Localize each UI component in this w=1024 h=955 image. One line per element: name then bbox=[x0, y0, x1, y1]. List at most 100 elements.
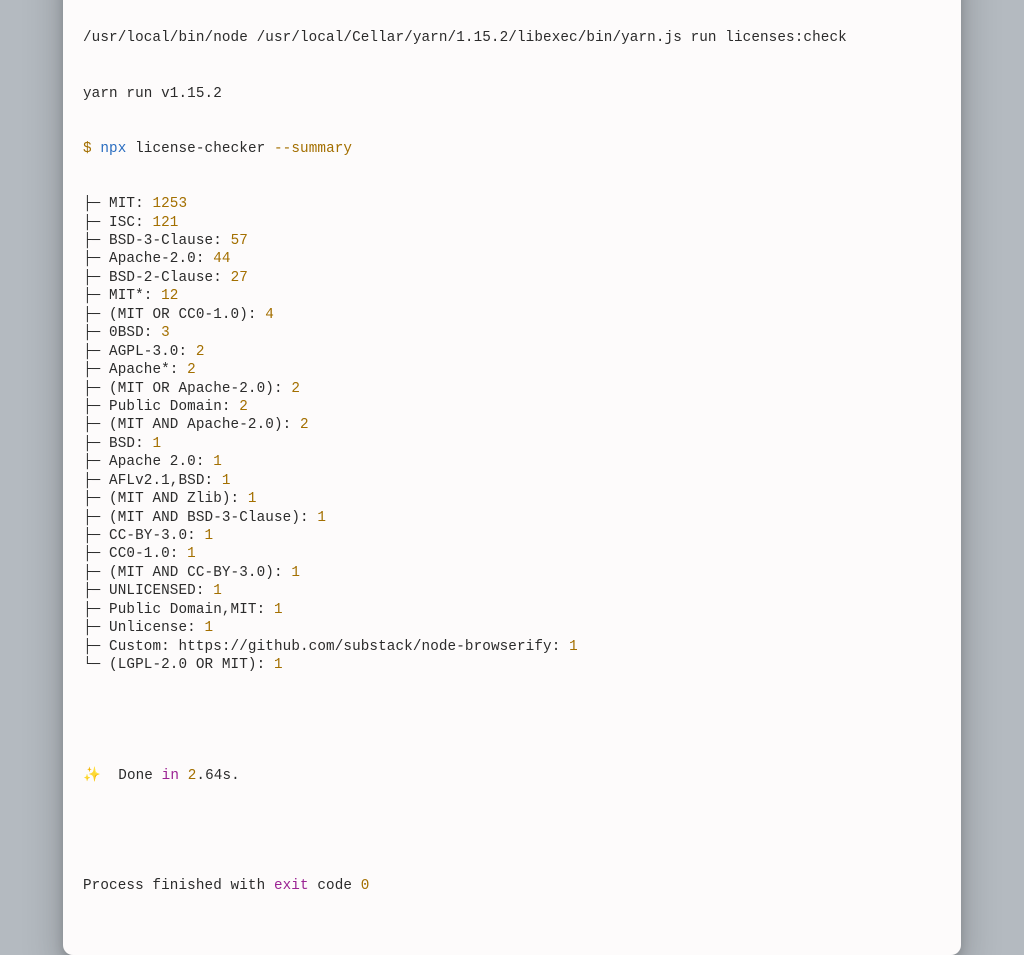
done-time-frac: .64s. bbox=[196, 768, 239, 784]
exit-prefix: Process finished with bbox=[83, 878, 274, 894]
license-row: ├─ Public Domain,MIT: 1 bbox=[83, 601, 941, 619]
license-name: Public Domain: bbox=[109, 399, 239, 415]
license-name: Unlicense: bbox=[109, 620, 204, 636]
tree-prefix: ├─ bbox=[83, 233, 109, 249]
license-name: MIT: bbox=[109, 196, 152, 212]
exit-code: 0 bbox=[361, 878, 370, 894]
tree-prefix: ├─ bbox=[83, 565, 109, 581]
command-flag: --summary bbox=[274, 141, 352, 157]
tree-prefix: ├─ bbox=[83, 510, 109, 526]
prompt-symbol: $ bbox=[83, 141, 92, 157]
license-name: Apache 2.0: bbox=[109, 454, 213, 470]
license-list: ├─ MIT: 1253├─ ISC: 121├─ BSD-3-Clause: … bbox=[83, 195, 941, 674]
license-name: Apache*: bbox=[109, 362, 187, 378]
license-count: 57 bbox=[231, 233, 248, 249]
license-row: ├─ MIT*: 12 bbox=[83, 287, 941, 305]
tree-prefix: ├─ bbox=[83, 620, 109, 636]
license-row: ├─ Apache-2.0: 44 bbox=[83, 250, 941, 268]
license-count: 1 bbox=[222, 473, 231, 489]
exit-keyword: exit bbox=[274, 878, 309, 894]
done-line: ✨ Done in 2.64s. bbox=[83, 767, 941, 785]
exit-mid: code bbox=[309, 878, 361, 894]
license-row: ├─ Apache 2.0: 1 bbox=[83, 453, 941, 471]
tree-prefix: ├─ bbox=[83, 417, 109, 433]
tree-prefix: ├─ bbox=[83, 602, 109, 618]
license-name: CC-BY-3.0: bbox=[109, 528, 204, 544]
done-word: Done bbox=[118, 768, 153, 784]
license-row: ├─ BSD: 1 bbox=[83, 435, 941, 453]
tree-prefix: ├─ bbox=[83, 473, 109, 489]
invocation-line: /usr/local/bin/node /usr/local/Cellar/ya… bbox=[83, 29, 941, 47]
license-row: ├─ CC0-1.0: 1 bbox=[83, 545, 941, 563]
license-name: (LGPL-2.0 OR MIT): bbox=[109, 657, 274, 673]
tree-prefix: ├─ bbox=[83, 546, 109, 562]
license-name: Apache-2.0: bbox=[109, 251, 213, 267]
tree-prefix: ├─ bbox=[83, 583, 109, 599]
license-count: 1 bbox=[291, 565, 300, 581]
blank-line bbox=[83, 711, 941, 729]
license-name: BSD: bbox=[109, 436, 152, 452]
license-count: 1 bbox=[317, 510, 326, 526]
blank-line bbox=[83, 822, 941, 840]
license-name: Custom: https://github.com/substack/node… bbox=[109, 639, 569, 655]
license-count: 1 bbox=[569, 639, 578, 655]
license-name: UNLICENSED: bbox=[109, 583, 213, 599]
license-name: CC0-1.0: bbox=[109, 546, 187, 562]
license-row: ├─ (MIT OR Apache-2.0): 2 bbox=[83, 380, 941, 398]
tree-prefix: ├─ bbox=[83, 454, 109, 470]
command-tool: license-checker bbox=[135, 141, 265, 157]
license-name: (MIT OR CC0-1.0): bbox=[109, 307, 265, 323]
license-name: AFLv2.1,BSD: bbox=[109, 473, 222, 489]
license-row: ├─ AFLv2.1,BSD: 1 bbox=[83, 472, 941, 490]
license-count: 2 bbox=[300, 417, 309, 433]
license-row: ├─ Public Domain: 2 bbox=[83, 398, 941, 416]
tree-prefix: ├─ bbox=[83, 639, 109, 655]
license-row: ├─ (MIT AND CC-BY-3.0): 1 bbox=[83, 564, 941, 582]
license-count: 4 bbox=[265, 307, 274, 323]
tree-prefix: ├─ bbox=[83, 381, 109, 397]
tree-prefix: ├─ bbox=[83, 325, 109, 341]
license-count: 1253 bbox=[152, 196, 187, 212]
license-name: BSD-2-Clause: bbox=[109, 270, 231, 286]
exit-line: Process finished with exit code 0 bbox=[83, 877, 941, 895]
tree-prefix: ├─ bbox=[83, 288, 109, 304]
license-row: ├─ BSD-2-Clause: 27 bbox=[83, 269, 941, 287]
license-count: 1 bbox=[205, 620, 214, 636]
license-name: (MIT AND Zlib): bbox=[109, 491, 248, 507]
license-count: 3 bbox=[161, 325, 170, 341]
license-count: 1 bbox=[205, 528, 214, 544]
license-name: (MIT AND BSD-3-Clause): bbox=[109, 510, 317, 526]
command-line: $ npx license-checker --summary bbox=[83, 140, 941, 158]
tree-prefix: ├─ bbox=[83, 215, 109, 231]
license-row: ├─ UNLICENSED: 1 bbox=[83, 582, 941, 600]
license-count: 1 bbox=[274, 657, 283, 673]
tree-prefix: ├─ bbox=[83, 196, 109, 212]
terminal-output: /usr/local/bin/node /usr/local/Cellar/ya… bbox=[83, 0, 941, 933]
tree-prefix: ├─ bbox=[83, 436, 109, 452]
license-row: ├─ 0BSD: 3 bbox=[83, 324, 941, 342]
tree-prefix: ├─ bbox=[83, 491, 109, 507]
license-name: (MIT OR Apache-2.0): bbox=[109, 381, 291, 397]
license-count: 44 bbox=[213, 251, 230, 267]
license-row: └─ (LGPL-2.0 OR MIT): 1 bbox=[83, 656, 941, 674]
license-count: 2 bbox=[239, 399, 248, 415]
sparkle-icon: ✨ bbox=[83, 768, 101, 784]
license-name: (MIT AND Apache-2.0): bbox=[109, 417, 300, 433]
license-count: 1 bbox=[248, 491, 257, 507]
license-name: ISC: bbox=[109, 215, 152, 231]
license-row: ├─ MIT: 1253 bbox=[83, 195, 941, 213]
license-count: 1 bbox=[274, 602, 283, 618]
license-row: ├─ Unlicense: 1 bbox=[83, 619, 941, 637]
license-row: ├─ ISC: 121 bbox=[83, 214, 941, 232]
tree-prefix: ├─ bbox=[83, 528, 109, 544]
license-count: 12 bbox=[161, 288, 178, 304]
license-row: ├─ BSD-3-Clause: 57 bbox=[83, 232, 941, 250]
in-keyword: in bbox=[162, 768, 179, 784]
license-count: 2 bbox=[196, 344, 205, 360]
license-name: (MIT AND CC-BY-3.0): bbox=[109, 565, 291, 581]
license-count: 2 bbox=[187, 362, 196, 378]
license-count: 1 bbox=[213, 454, 222, 470]
license-name: BSD-3-Clause: bbox=[109, 233, 231, 249]
license-count: 27 bbox=[231, 270, 248, 286]
license-count: 1 bbox=[213, 583, 222, 599]
